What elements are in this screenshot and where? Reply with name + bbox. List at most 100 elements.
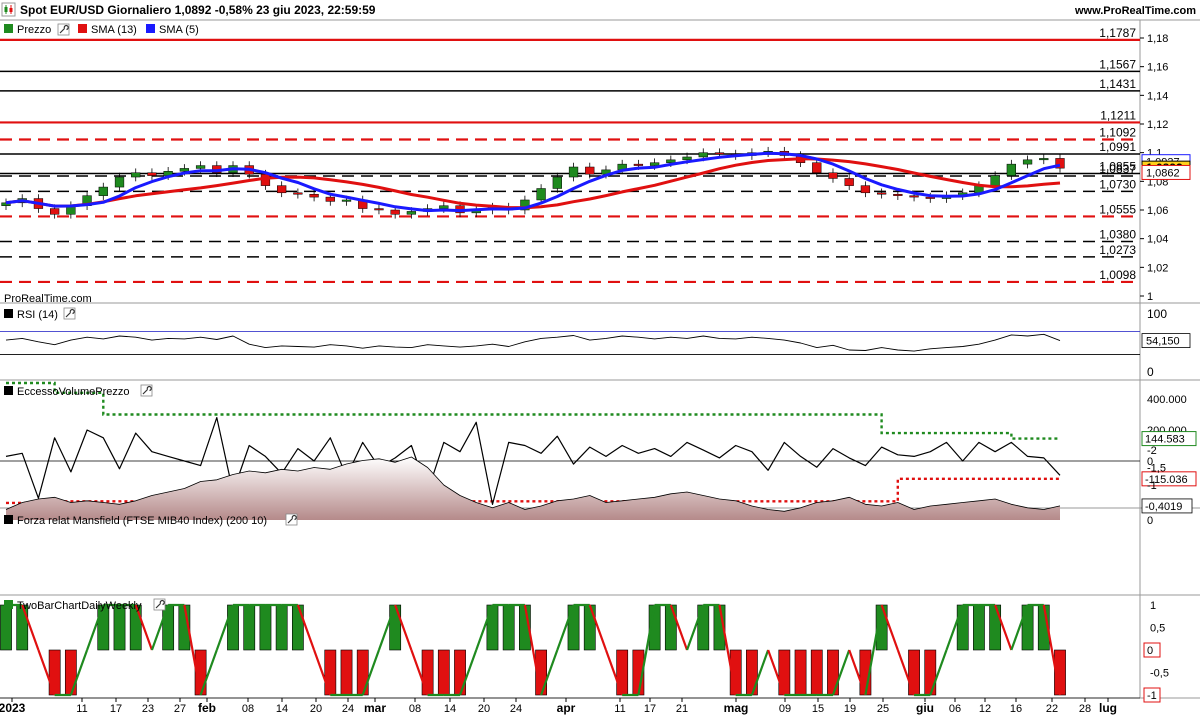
twobar-bar-10 [162,604,175,651]
sma13-swatch [78,24,87,33]
x-label-19: mag [724,701,749,715]
twobar-bar-35 [567,604,580,651]
wrench-icon[interactable] [153,598,166,611]
twobar-panel: 10,50-0,5-1 0-1 TwoBarChartDailyWeekly [0,598,1169,703]
wrench-icon[interactable] [285,513,298,526]
level-label-0: 1,1787 [1099,26,1136,40]
twobar-bar-22 [356,649,369,696]
x-label-10: mar [364,701,386,715]
twobar-bar-36 [583,604,596,651]
twobar-bar-27 [437,649,450,696]
svg-text:0: 0 [1147,645,1153,657]
mansfield-title: Forza relat Mansfield (FTSE MIB40 Index)… [17,515,267,527]
price-tick-0: 1,18 [1147,33,1168,45]
x-label-30: lug [1099,701,1117,715]
price-levels: 1,1787 1,1567 1,1431 1,1211 1,10921,0991 1,08… [0,26,1140,284]
twobar-title: TwoBarChartDailyWeekly [17,600,142,612]
candle-0 [1,198,11,210]
x-label-21: 15 [812,703,824,715]
candle-62 [1006,159,1016,180]
twobar-bar-50 [810,649,823,696]
twobar-bar-20 [324,649,337,696]
price-panel: 1,1787 1,1567 1,1431 1,1211 1,10921,0991 1,08… [0,26,1191,305]
price-tick-7: 1,04 [1147,234,1168,246]
x-label-11: 08 [409,703,421,715]
prezzo-swatch [4,24,13,33]
mansfield-tick-0: 0 [1147,515,1153,527]
rsi-tick-0: 100 [1147,307,1167,321]
wrench-icon[interactable] [140,384,153,397]
rsi-path [5,333,1061,352]
twobar-bar-30 [486,604,499,651]
twobar-tick-1: 0,5 [1150,623,1165,635]
level-label-7: 1,0837 [1099,162,1136,176]
level-label-11: 1,0273 [1099,243,1136,257]
x-label-3: 23 [142,703,154,715]
twobar-bar-46 [746,649,758,696]
mansfield-area [6,457,1060,520]
twobar-tick-0: 1 [1150,600,1156,612]
twobar-bar-41 [664,604,677,651]
twobar-bar-60 [973,604,985,651]
twobar-bar-31 [502,604,515,651]
twobar-bar-21 [340,649,353,696]
twobar-bar-61 [989,604,1002,651]
vol-badge-0: 144.583 [1141,431,1197,447]
x-label-0: 2023 [0,701,26,715]
twobar-bar-26 [421,649,434,696]
x-label-17: 17 [644,703,656,715]
twobar-bar-56 [908,649,920,696]
level-label-1: 1,1567 [1099,57,1136,71]
candle-9 [147,168,157,180]
rsi-title: RSI (14) [17,309,58,321]
x-label-28: 22 [1046,703,1058,715]
svg-text:54,150: 54,150 [1146,336,1180,348]
sma13-line [5,157,1061,210]
x-label-25: 06 [949,703,961,715]
twobar-bar-28 [454,649,466,696]
x-label-4: 27 [174,703,186,715]
x-label-5: feb [198,701,216,715]
rsi-badge: 54,150 [1141,333,1191,348]
x-label-13: 20 [478,703,490,715]
wrench-icon[interactable] [57,23,70,36]
twobar-bar-38 [616,649,629,696]
x-label-22: 19 [844,703,856,715]
x-label-12: 14 [444,703,456,715]
level-label-5: 1,0991 [1099,140,1136,154]
sma5-path [5,151,1061,213]
candle-35 [568,162,579,182]
level-label-2: 1,1431 [1099,77,1136,91]
mansfield-tick-3: -2 [1147,445,1157,457]
site-link[interactable]: www.ProRealTime.com [1074,5,1196,17]
price-tick-8: 1,02 [1147,262,1168,274]
mansfield-tick-2: -1,5 [1147,463,1166,475]
candle-8 [131,168,141,182]
x-axis: 2023 11 17 23 27 feb 08 14 20 24 mar 08 14 20 24 apr 11 1… [0,697,1140,715]
rsi-panel: 100 0 54,150 RSI (14) [0,307,1191,379]
x-label-16: 11 [614,703,625,715]
x-label-24: giu [916,701,934,715]
x-label-7: 14 [276,703,288,715]
twobar-bar-63 [1021,604,1034,651]
candle-54 [876,188,887,199]
x-label-14: 24 [510,703,522,715]
twobar-bar-17 [275,604,288,651]
level-label-10: 1,0380 [1099,228,1136,242]
candle-18 [293,188,303,199]
twobar-bar-16 [259,604,272,651]
price-tick-9: 1 [1147,291,1153,303]
x-label-18: 21 [676,703,688,715]
twobar-bar-48 [778,649,791,696]
twobar-bar-43 [697,604,710,651]
sma5-line [5,151,1061,213]
price-badges: 1,09371,08921,0862 [1141,154,1191,180]
vol-tick-0: 400.000 [1147,394,1187,406]
level-label-4: 1,1092 [1099,125,1136,139]
x-label-15: apr [557,701,576,715]
x-label-9: 24 [342,703,354,715]
svg-text:-1: -1 [1147,690,1157,702]
x-label-27: 16 [1010,703,1022,715]
vol-upper-band [6,381,1060,440]
wrench-icon[interactable] [63,307,76,320]
